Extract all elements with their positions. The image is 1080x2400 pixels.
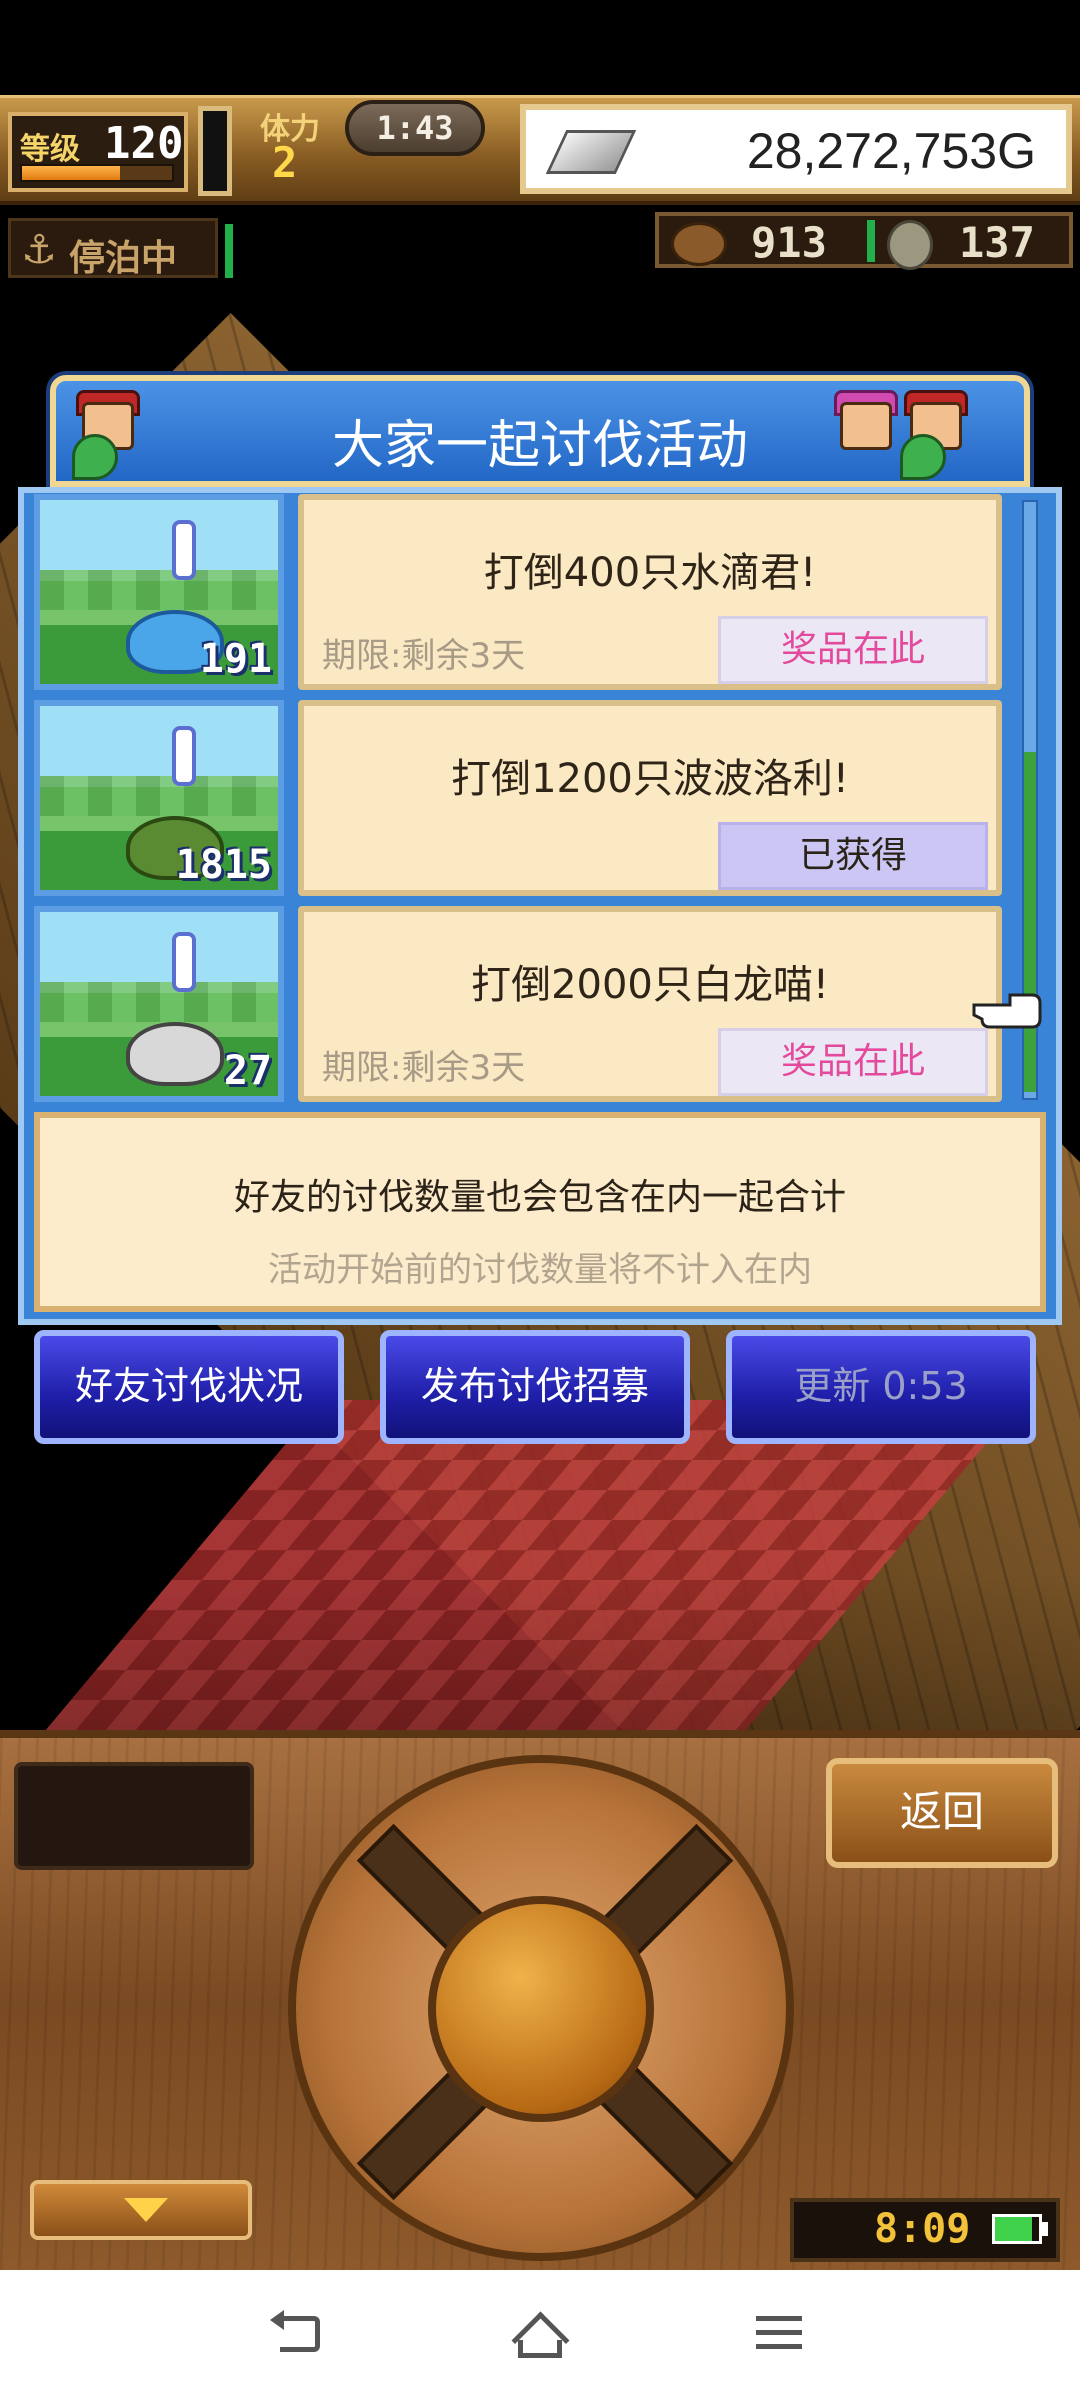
resource-separator (867, 220, 875, 262)
clock-value: 8:09 (874, 2206, 971, 2252)
stamina-timer: 1:43 (345, 100, 485, 156)
home-icon[interactable] (510, 2310, 570, 2360)
quest-thumbnail: 27 (34, 906, 284, 1102)
exp-fill (22, 166, 120, 180)
refresh-button[interactable]: 更新 0:53 (726, 1330, 1036, 1444)
anchor-icon: ⚓ (21, 227, 57, 273)
info-text-primary: 好友的讨伐数量也会包含在内一起合计 (233, 1177, 846, 1218)
menu-icon[interactable] (750, 2310, 810, 2360)
friend-status-button[interactable]: 好友讨伐状况 (34, 1330, 344, 1444)
pointing-hand-icon (972, 993, 1042, 1029)
stamina-value: 2 (272, 138, 298, 187)
quest-thumbnail: 191 (34, 494, 284, 690)
pirate-character-icon (890, 380, 976, 480)
white-dragon-cat-icon (126, 1022, 224, 1086)
stamina-gauge (198, 106, 232, 196)
kill-count: 27 (223, 1048, 272, 1094)
info-text-secondary: 活动开始前的讨伐数量将不计入在内 (268, 1250, 812, 1290)
gold-display: 28,272,753G (520, 104, 1072, 194)
menu-down-button[interactable] (30, 2180, 252, 2240)
resource-1-value: 913 (751, 218, 827, 267)
battery-icon (992, 2214, 1042, 2244)
return-button[interactable]: 返回 (826, 1758, 1058, 1868)
quest-thumbnail: 1815 (34, 700, 284, 896)
status-indicator (225, 224, 233, 278)
level-box: 等级 120 (8, 112, 188, 192)
info-slot (14, 1762, 254, 1870)
scene-shade (0, 1570, 1080, 1730)
resource-2-value: 137 (959, 218, 1035, 267)
level-value: 120 (104, 118, 184, 169)
gold-value: 28,272,753G (746, 123, 1036, 179)
down-arrow-icon (124, 2198, 168, 2222)
quest-deadline: 期限:剩余3天 (322, 1048, 526, 1088)
back-icon[interactable] (270, 2310, 330, 2360)
seed-icon (671, 222, 727, 266)
docked-status: ⚓ 停泊中 (8, 218, 218, 279)
clock-display: 8:09 (790, 2198, 1060, 2262)
level-label: 等级 (20, 132, 80, 167)
silver-ingot-icon (545, 130, 637, 174)
exclamation-icon (172, 932, 196, 992)
reward-button[interactable]: 奖品在此 (718, 1028, 988, 1096)
quest-title: 打倒2000只白龙喵! (471, 962, 829, 1008)
quest-card: 打倒400只水滴君! 期限:剩余3天 奖品在此 (298, 494, 1002, 690)
pirate-character-icon (62, 380, 148, 480)
medal-icon (887, 220, 933, 270)
event-info-box: 好友的讨伐数量也会包含在内一起合计 活动开始前的讨伐数量将不计入在内 (34, 1112, 1046, 1312)
reward-claimed-button[interactable]: 已获得 (718, 822, 988, 890)
kill-count: 1815 (175, 842, 272, 888)
post-recruit-button[interactable]: 发布讨伐招募 (380, 1330, 690, 1444)
resource-display: 913 137 (655, 212, 1073, 270)
quest-title: 打倒1200只波波洛利! (451, 756, 849, 802)
quest-title: 打倒400只水滴君! (483, 550, 817, 596)
dpad-center-button[interactable] (428, 1896, 654, 2122)
kill-count: 191 (199, 636, 272, 682)
quest-deadline: 期限:剩余3天 (322, 636, 526, 676)
docked-label: 停泊中 (69, 238, 178, 279)
scrollbar-thumb[interactable] (1024, 752, 1036, 1092)
reward-button[interactable]: 奖品在此 (718, 616, 988, 684)
status-bar-area (0, 0, 1080, 95)
exclamation-icon (172, 520, 196, 580)
exp-bar (20, 164, 174, 182)
quest-card: 打倒2000只白龙喵! 期限:剩余3天 奖品在此 (298, 906, 1002, 1102)
quest-card: 打倒1200只波波洛利! 已获得 (298, 700, 1002, 896)
exclamation-icon (172, 726, 196, 786)
